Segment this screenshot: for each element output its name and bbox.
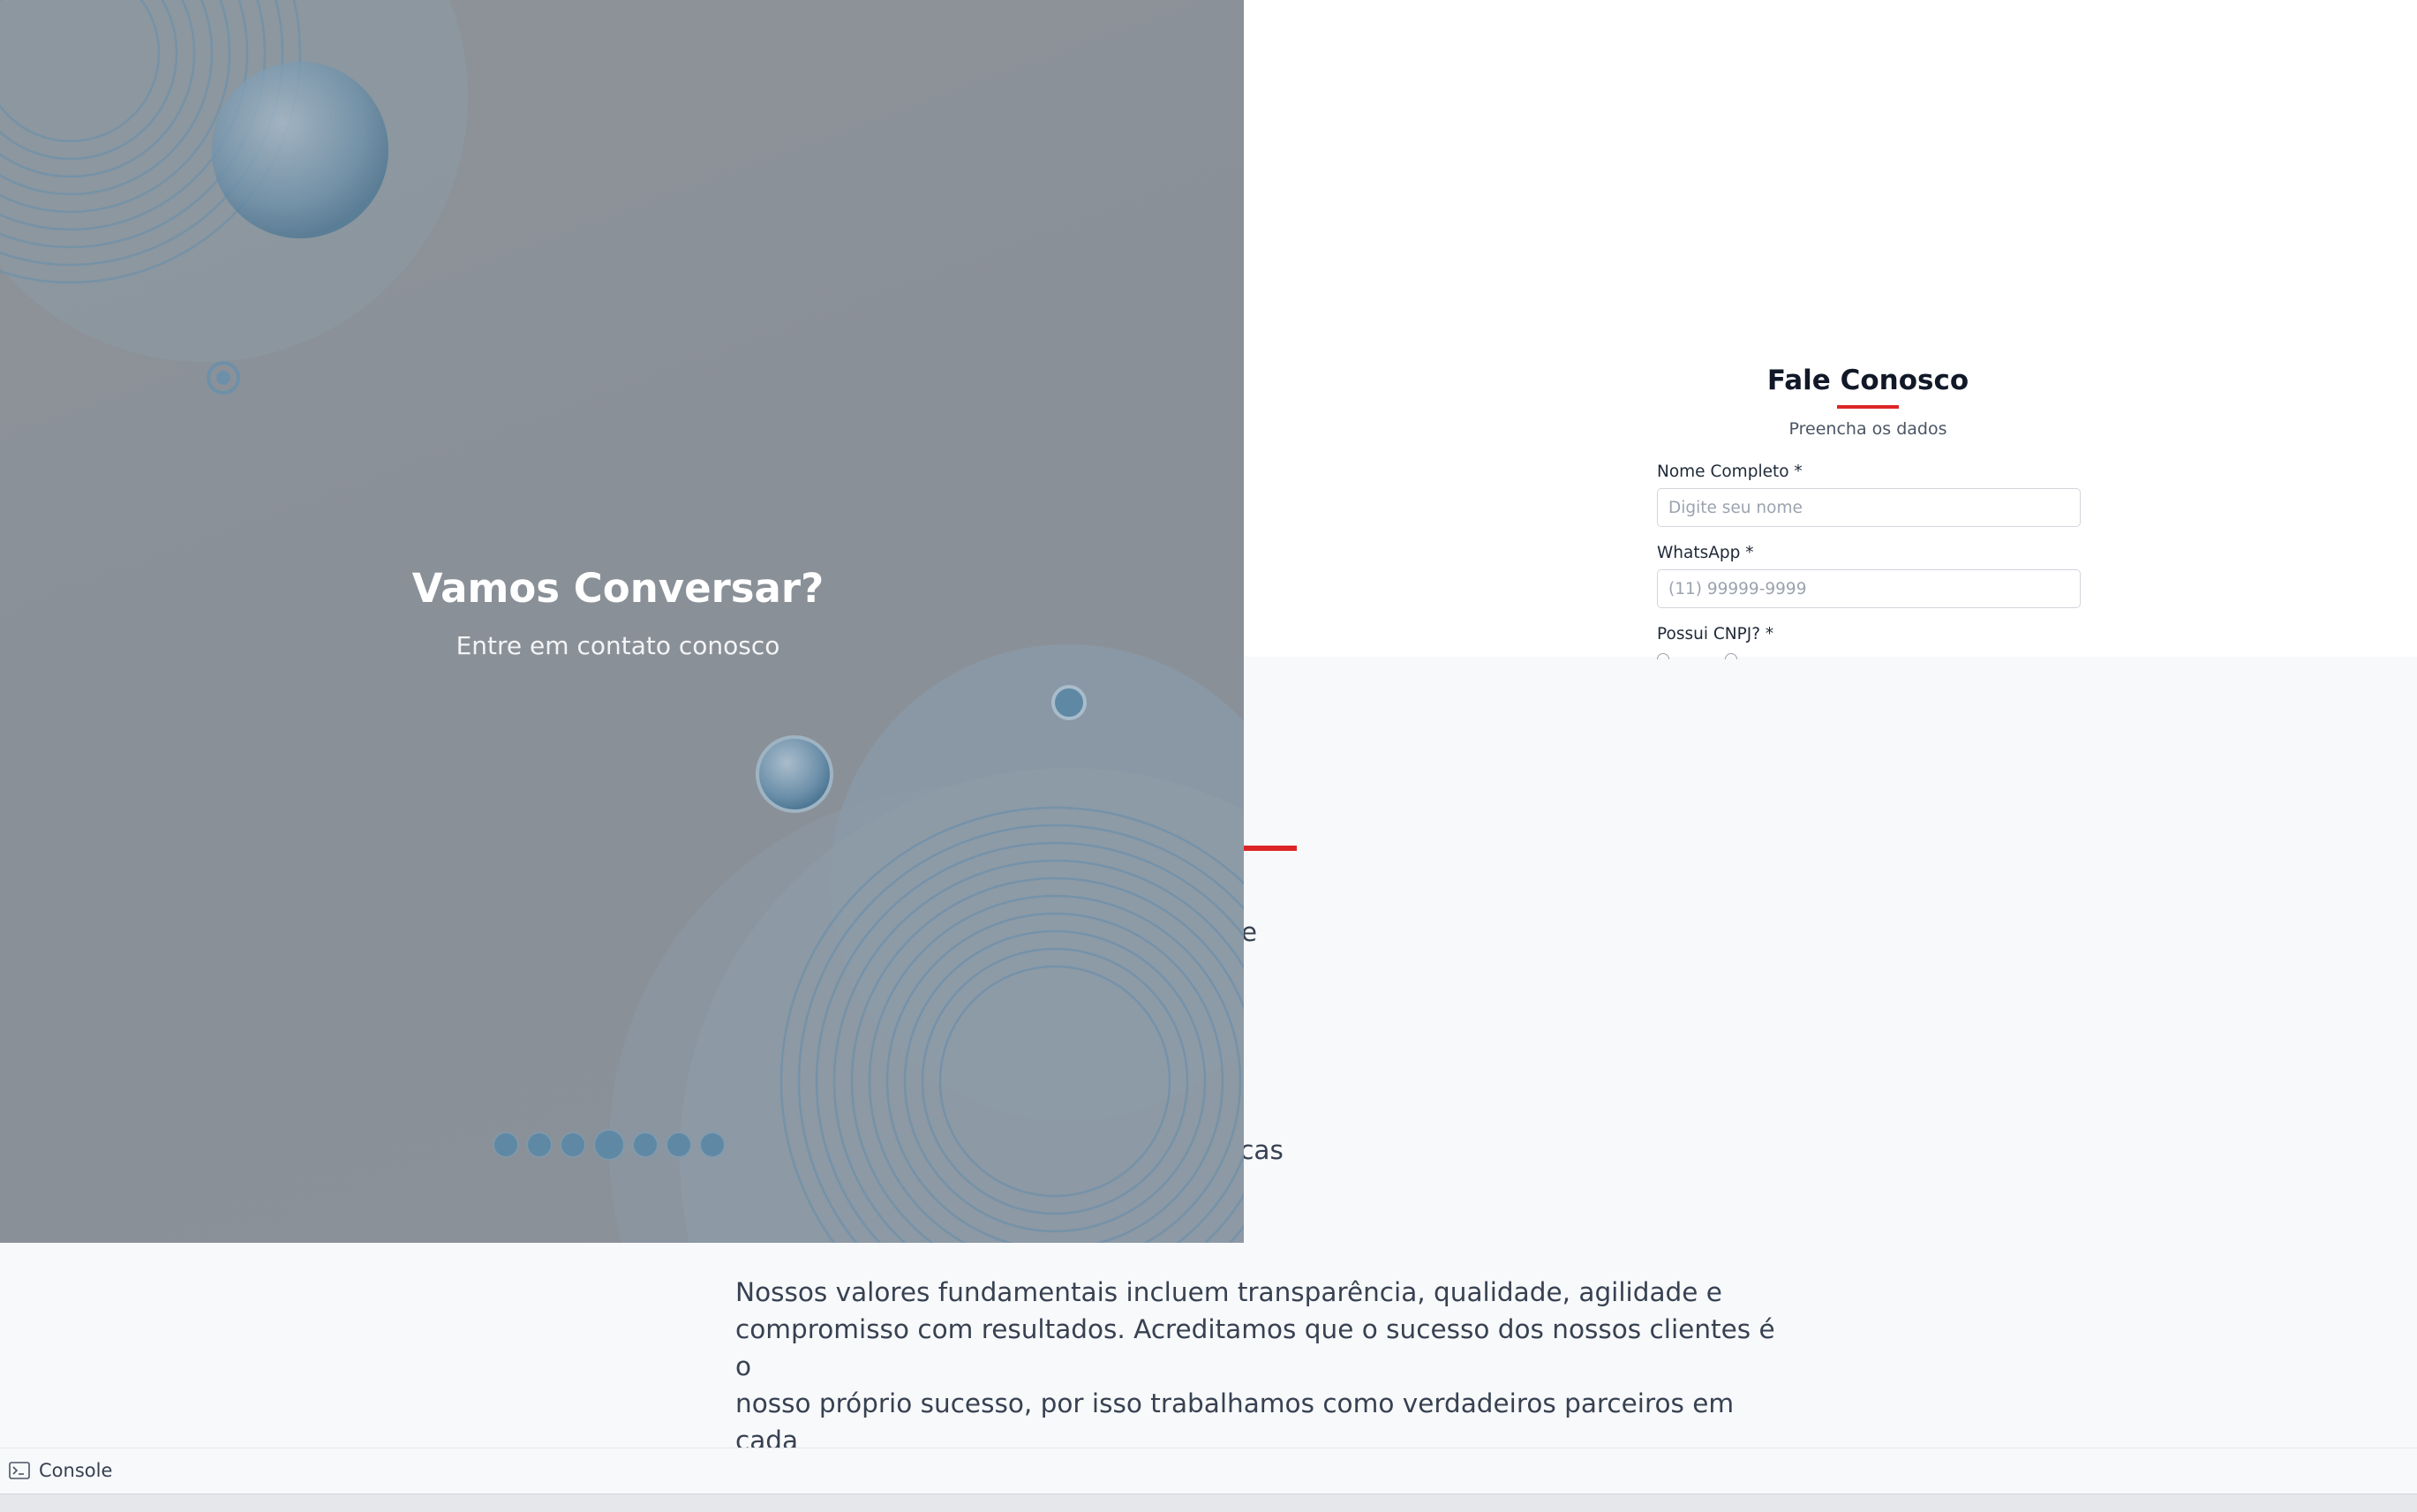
modal-visual-title: Vamos Conversar? — [411, 565, 824, 612]
decorative-dot — [595, 1131, 623, 1159]
terminal-icon — [9, 1462, 30, 1479]
decorative-dot — [528, 1133, 551, 1156]
console-label[interactable]: Console — [39, 1460, 112, 1481]
decorative-dot — [494, 1133, 517, 1156]
whatsapp-label: WhatsApp * — [1657, 544, 1754, 562]
full-name-input[interactable] — [1657, 488, 2081, 527]
full-name-label: Nome Completo * — [1657, 463, 1803, 481]
form-title: Fale Conosco — [1766, 365, 1969, 396]
modal-visual-subtitle: Entre em contato conosco — [456, 631, 780, 660]
cnpj-question-label: Possui CNPJ? * — [1657, 625, 1774, 643]
decorative-dot — [701, 1133, 724, 1156]
contact-modal-visual-panel: Vamos Conversar? Entre em contato conosc… — [0, 0, 1244, 1243]
decorative-dot — [561, 1133, 584, 1156]
whatsapp-input[interactable] — [1657, 569, 2081, 608]
console-bar[interactable]: Console — [0, 1448, 2417, 1494]
window-bottom-strip — [0, 1493, 2417, 1512]
contact-form-panel: Fale Conosco Preencha os dados Nome Comp… — [1244, 0, 2417, 659]
decorative-dot — [667, 1133, 690, 1156]
form-subtitle: Preencha os dados — [1788, 419, 1947, 439]
decorative-dot-row — [494, 1131, 724, 1159]
decorative-dot — [634, 1133, 657, 1156]
decorative-circles — [0, 0, 1244, 1243]
cnpj-no-radio[interactable] — [1725, 653, 1737, 659]
cnpj-yes-radio[interactable] — [1657, 653, 1669, 659]
form-title-underline — [1837, 405, 1899, 409]
